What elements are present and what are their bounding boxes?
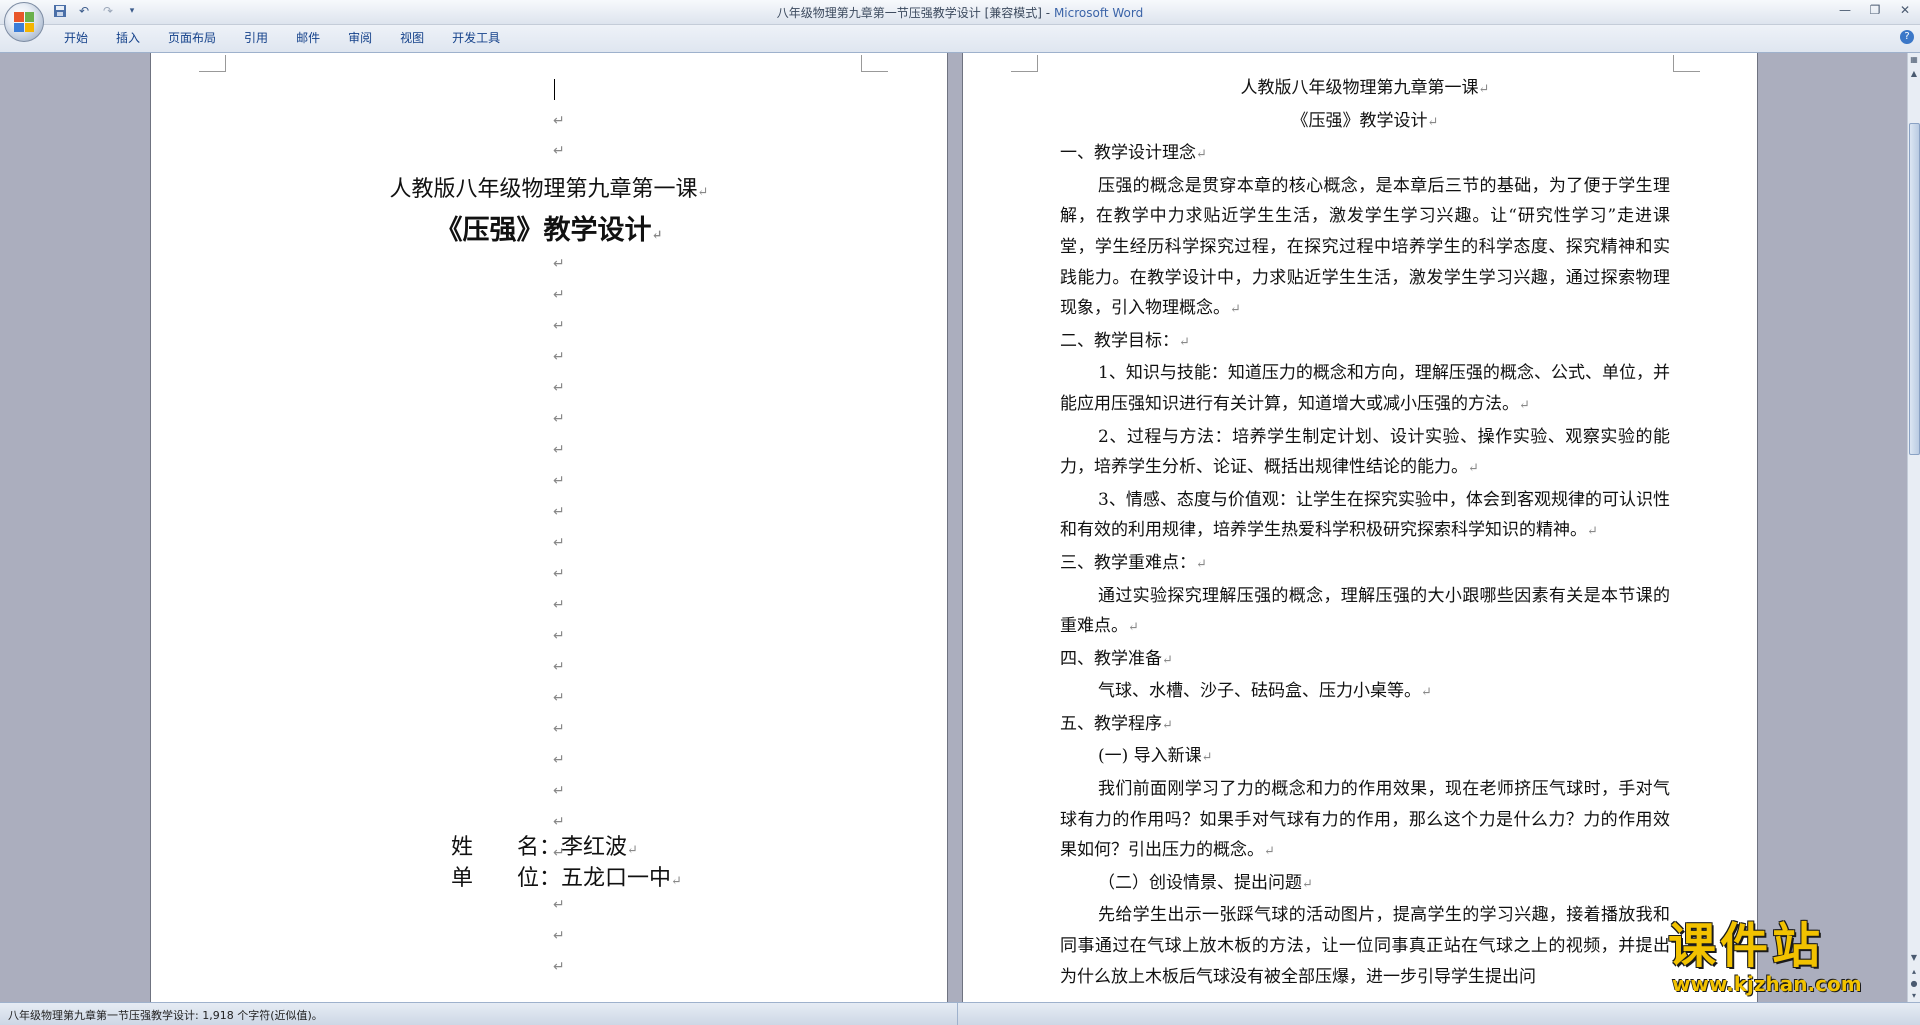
paragraph-mark: ↵ <box>553 783 565 799</box>
next-page-icon[interactable]: ▾ <box>1909 991 1919 1001</box>
window-title: 八年级物理第九章第一节压强教学设计 [兼容模式] - Microsoft Wor… <box>776 6 1144 20</box>
window-controls: — ❐ ✕ <box>1830 0 1920 20</box>
office-logo-icon <box>14 12 34 32</box>
scrollbar-thumb[interactable] <box>1909 123 1920 455</box>
body-paragraph: 先给学生出示一张踩气球的活动图片，提高学生的学习兴趣，接着播放我和同事通过在气球… <box>1060 905 1670 987</box>
paragraph-mark: ↵ <box>553 287 565 303</box>
section-heading: 五、教学程序↵ <box>1060 713 1173 734</box>
app-name: Microsoft Word <box>1053 6 1144 20</box>
tab-page-layout[interactable]: 页面布局 <box>154 30 230 46</box>
paragraph-mark: ↵ <box>553 535 565 551</box>
paragraph-mark: ↵ <box>553 690 565 706</box>
paragraph-mark: ↵ <box>553 628 565 644</box>
document-title: 八年级物理第九章第一节压强教学设计 [兼容模式] <box>776 6 1042 20</box>
paragraph-mark: ↵ <box>553 721 565 737</box>
cover-title: 《压强》教学设计↵ <box>435 215 663 246</box>
ribbon: 开始 插入 页面布局 引用 邮件 审阅 视图 开发工具 ? <box>0 25 1920 53</box>
paragraph-mark: ↵ <box>553 143 565 159</box>
crop-mark <box>199 55 226 72</box>
tab-review[interactable]: 审阅 <box>334 30 386 46</box>
sub-heading: (一) 导入新课↵ <box>1098 746 1213 767</box>
page-content[interactable]: 人教版八年级物理第九章第一课↵ 《压强》教学设计↵ 一、教学设计理念↵ 压强的概… <box>963 53 1757 1003</box>
section-heading: 一、教学设计理念↵ <box>1060 143 1207 164</box>
tab-mailings[interactable]: 邮件 <box>282 30 334 46</box>
paragraph-mark: ↵ <box>553 318 565 334</box>
previous-page-icon[interactable]: ▴ <box>1909 967 1919 977</box>
crop-mark <box>861 55 888 72</box>
goal-item: 2、过程与方法：培养学生制定计划、设计实验、操作实验、观察实验的能力，培养学生分… <box>1060 426 1670 478</box>
ribbon-tabs: 开始 插入 页面布局 引用 邮件 审阅 视图 开发工具 <box>50 30 514 46</box>
goal-item: 3、情感、态度与价值观：让学生在探究实验中，体会到客观规律的可认识性和有效的利用… <box>1060 489 1670 541</box>
paragraph-mark: ↵ <box>553 566 565 582</box>
paragraph-mark: ↵ <box>553 959 565 975</box>
body-paragraph: 通过实验探究理解压强的概念，理解压强的大小跟哪些因素有关是本节课的重难点。↵ <box>1060 585 1670 637</box>
paragraph-mark: ↵ <box>553 256 565 272</box>
section-heading: 四、教学准备↵ <box>1060 648 1173 669</box>
text-cursor <box>554 79 555 100</box>
tab-insert[interactable]: 插入 <box>102 30 154 46</box>
status-bar: 八年级物理第九章第一节压强教学设计: 1,918 个字符(近似值)。 <box>0 1002 1920 1025</box>
scroll-up-icon[interactable]: ▲ <box>1909 69 1919 79</box>
site-watermark: 课件站 www.kjzhan.com <box>1668 918 1862 996</box>
cover-course-line: 人教版八年级物理第九章第一课↵ <box>389 177 709 202</box>
tab-home[interactable]: 开始 <box>50 30 102 46</box>
doc-heading-course: 人教版八年级物理第九章第一课↵ <box>1240 78 1490 98</box>
doc-heading-title: 《压强》教学设计↵ <box>1291 110 1439 131</box>
paragraph-mark: ↵ <box>553 442 565 458</box>
office-button[interactable] <box>4 2 44 42</box>
status-word-count[interactable]: 八年级物理第九章第一节压强教学设计: 1,918 个字符(近似值)。 <box>8 1007 323 1023</box>
maximize-icon[interactable]: ❐ <box>1860 0 1890 20</box>
crop-mark <box>1673 55 1700 72</box>
paragraph-mark: ↵ <box>553 504 565 520</box>
divider <box>957 1003 958 1025</box>
tab-references[interactable]: 引用 <box>230 30 282 46</box>
section-heading: 三、教学重难点：↵ <box>1060 552 1207 573</box>
page-cover[interactable]: ↵ ↵ 人教版八年级物理第九章第一课↵ 《压强》教学设计↵ ↵ ↵ ↵ ↵ ↵ … <box>151 53 947 1003</box>
body-paragraph: 气球、水槽、沙子、砝码盒、压力小桌等。↵ <box>1098 681 1432 702</box>
paragraph-mark: ↵ <box>553 473 565 489</box>
paragraph-mark: ↵ <box>553 814 565 830</box>
paragraph-mark: ↵ <box>553 113 565 129</box>
select-browse-object-icon[interactable]: ● <box>1909 979 1919 989</box>
paragraph-mark: ↵ <box>553 928 565 944</box>
document-body: 人教版八年级物理第九章第一课↵ 《压强》教学设计↵ 一、教学设计理念↵ 压强的概… <box>1060 73 1670 992</box>
paragraph-mark: ↵ <box>553 752 565 768</box>
tab-developer[interactable]: 开发工具 <box>438 30 514 46</box>
goal-item: 1、知识与技能：知道压力的概念和方向，理解压强的概念、公式、单位，并能应用压强知… <box>1060 363 1670 414</box>
sub-heading: （二）创设情景、提出问题↵ <box>1098 872 1313 893</box>
crop-mark <box>1011 55 1038 72</box>
title-bar: ↶ ↷ ▾ 八年级物理第九章第一节压强教学设计 [兼容模式] - Microso… <box>0 0 1920 25</box>
minimize-icon[interactable]: — <box>1830 0 1860 20</box>
close-icon[interactable]: ✕ <box>1890 0 1920 20</box>
paragraph-mark: ↵ <box>553 597 565 613</box>
section-heading: 二、教学目标：↵ <box>1060 330 1190 351</box>
vertical-scrollbar[interactable]: ▦ ▲ ▼ ▴ ● ▾ <box>1907 53 1920 1003</box>
paragraph-mark: ↵ <box>553 659 565 675</box>
document-workspace[interactable]: ↵ ↵ 人教版八年级物理第九章第一课↵ 《压强》教学设计↵ ↵ ↵ ↵ ↵ ↵ … <box>0 53 1908 1003</box>
tab-view[interactable]: 视图 <box>386 30 438 46</box>
author-unit-line: 单 位：五龙口一中↵ <box>451 866 682 891</box>
paragraph-mark: ↵ <box>553 349 565 365</box>
author-name-line: 姓 名：李红波↵ <box>451 835 638 860</box>
paragraph-mark: ↵ <box>553 411 565 427</box>
ruler-toggle-icon[interactable]: ▦ <box>1909 55 1919 65</box>
scroll-down-icon[interactable]: ▼ <box>1909 953 1919 963</box>
body-paragraph: 压强的概念是贯穿本章的核心概念，是本章后三节的基础，为了便于学生理解，在教学中力… <box>1060 175 1670 319</box>
help-icon[interactable]: ? <box>1900 30 1914 44</box>
paragraph-mark: ↵ <box>553 380 565 396</box>
paragraph-mark: ↵ <box>553 897 565 913</box>
body-paragraph: 我们前面刚学习了力的概念和力的作用效果，现在老师挤压气球时，手对气球有力的作用吗… <box>1060 779 1670 861</box>
